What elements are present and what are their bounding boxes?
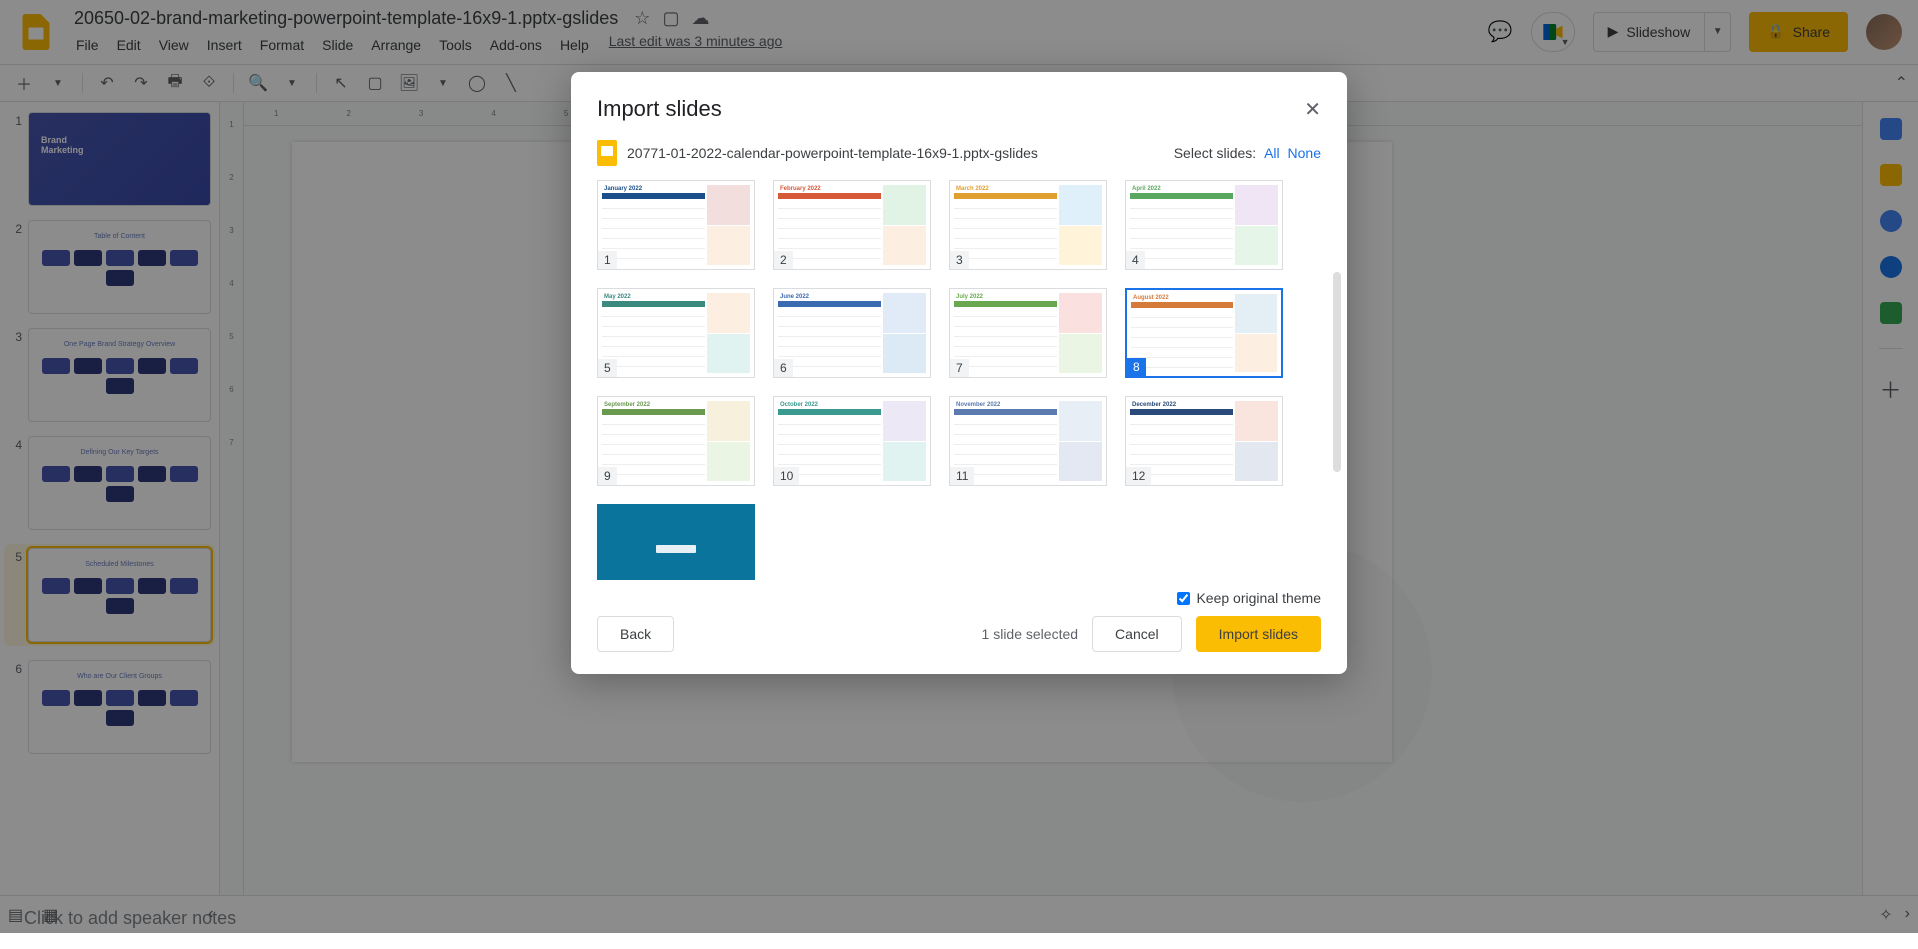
- calendar-month-label: September 2022: [602, 401, 705, 409]
- import-slide-number: 1: [598, 251, 617, 269]
- import-slide-number: 9: [598, 467, 617, 485]
- import-slide-number: 6: [774, 359, 793, 377]
- import-slide-thumbnail[interactable]: November 2022 11: [949, 396, 1107, 486]
- select-all-link[interactable]: All: [1264, 145, 1280, 161]
- calendar-month-label: August 2022: [1131, 294, 1233, 302]
- calendar-month-label: May 2022: [602, 293, 705, 301]
- import-slide-number: 3: [950, 251, 969, 269]
- cancel-button[interactable]: Cancel: [1092, 616, 1182, 652]
- calendar-month-label: October 2022: [778, 401, 881, 409]
- slides-file-icon: [597, 140, 617, 166]
- import-slides-button[interactable]: Import slides: [1196, 616, 1321, 652]
- keep-theme-label: Keep original theme: [1196, 590, 1321, 606]
- back-button[interactable]: Back: [597, 616, 674, 652]
- selected-count: 1 slide selected: [982, 626, 1079, 642]
- calendar-month-label: July 2022: [954, 293, 1057, 301]
- import-slide-number: 5: [598, 359, 617, 377]
- source-file: 20771-01-2022-calendar-powerpoint-templa…: [597, 140, 1038, 166]
- calendar-month-label: December 2022: [1130, 401, 1233, 409]
- slides-grid-wrapper: January 2022 1 February 2022 2 March 2022 3 Ap…: [571, 180, 1347, 580]
- import-slide-thumbnail[interactable]: April 2022 4: [1125, 180, 1283, 270]
- dialog-title: Import slides: [597, 96, 722, 122]
- scrollbar[interactable]: [1333, 272, 1341, 472]
- import-slide-number: 10: [774, 467, 799, 485]
- import-slide-thumbnail[interactable]: July 2022 7: [949, 288, 1107, 378]
- import-slide-thumbnail[interactable]: March 2022 3: [949, 180, 1107, 270]
- import-slide-thumbnail[interactable]: [597, 504, 755, 580]
- import-slide-number: 12: [1126, 467, 1151, 485]
- import-slide-thumbnail[interactable]: August 2022 8: [1125, 288, 1283, 378]
- import-slide-number: 4: [1126, 251, 1145, 269]
- keep-original-theme[interactable]: Keep original theme: [1177, 590, 1321, 606]
- calendar-month-label: March 2022: [954, 185, 1057, 193]
- import-slide-number: 2: [774, 251, 793, 269]
- import-slide-thumbnail[interactable]: January 2022 1: [597, 180, 755, 270]
- close-icon[interactable]: ✕: [1304, 97, 1321, 122]
- import-slide-number: 7: [950, 359, 969, 377]
- calendar-month-label: February 2022: [778, 185, 881, 193]
- import-slide-thumbnail[interactable]: December 2022 12: [1125, 396, 1283, 486]
- import-slides-dialog: Import slides ✕ 20771-01-2022-calendar-p…: [571, 72, 1347, 674]
- import-slide-thumbnail[interactable]: February 2022 2: [773, 180, 931, 270]
- slides-grid: January 2022 1 February 2022 2 March 2022 3 Ap…: [597, 180, 1325, 580]
- import-slide-thumbnail[interactable]: September 2022 9: [597, 396, 755, 486]
- import-slide-number: 8: [1127, 358, 1146, 376]
- calendar-month-label: November 2022: [954, 401, 1057, 409]
- import-slide-thumbnail[interactable]: May 2022 5: [597, 288, 755, 378]
- calendar-month-label: January 2022: [602, 185, 705, 193]
- source-file-name: 20771-01-2022-calendar-powerpoint-templa…: [627, 145, 1038, 161]
- import-slide-thumbnail[interactable]: October 2022 10: [773, 396, 931, 486]
- select-slides-label: Select slides:: [1174, 145, 1256, 161]
- select-none-link[interactable]: None: [1288, 145, 1321, 161]
- import-slide-thumbnail[interactable]: June 2022 6: [773, 288, 931, 378]
- select-slides-controls: Select slides: All None: [1174, 145, 1321, 161]
- calendar-month-label: April 2022: [1130, 185, 1233, 193]
- calendar-month-label: June 2022: [778, 293, 881, 301]
- keep-theme-checkbox[interactable]: [1177, 592, 1190, 605]
- import-slide-number: 11: [950, 467, 974, 485]
